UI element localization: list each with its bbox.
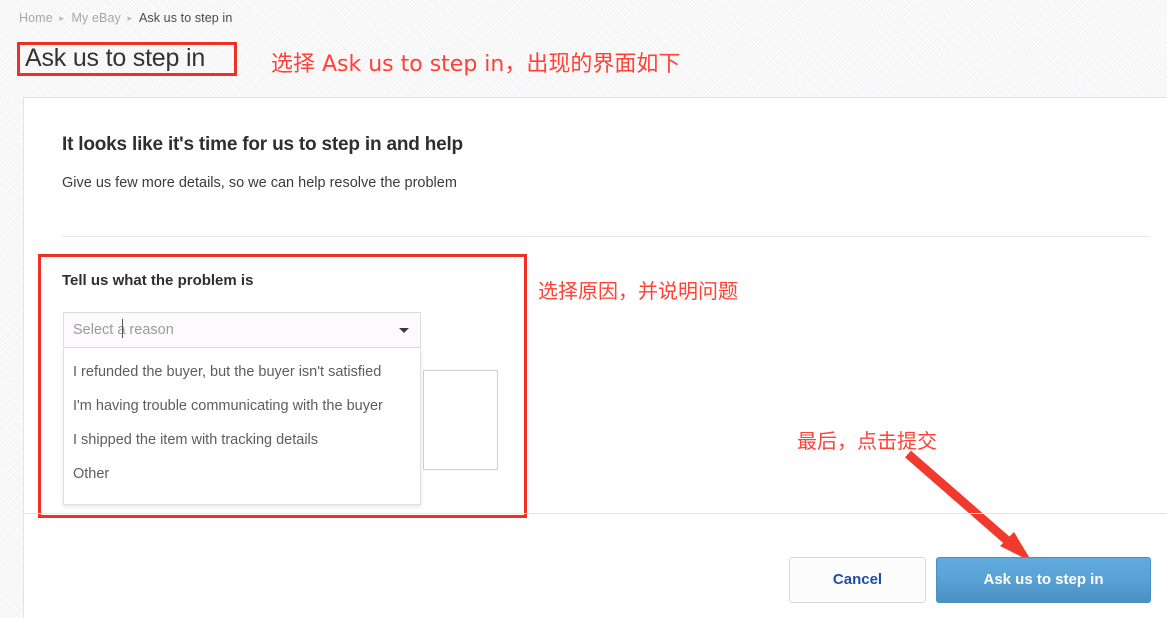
step-in-subheading: Give us few more details, so we can help…	[62, 175, 457, 191]
text-cursor	[122, 319, 123, 338]
divider-bottom	[23, 513, 1167, 514]
step-in-heading: It looks like it's time for us to step i…	[62, 134, 463, 155]
title-highlight-box	[17, 42, 237, 76]
breadcrumb-separator-icon: ▸	[59, 13, 64, 23]
breadcrumb-item-home[interactable]: Home	[19, 11, 53, 25]
cancel-button-label: Cancel	[832, 571, 883, 588]
divider-top	[62, 236, 1150, 237]
reason-option[interactable]: I'm having trouble communicating with th…	[73, 398, 383, 414]
reason-select-placeholder: Select a reason	[73, 322, 174, 338]
ask-us-to-step-in-button-label: Ask us to step in	[983, 571, 1104, 588]
reason-select[interactable]: Select a reason	[63, 312, 421, 348]
problem-label: Tell us what the problem is	[62, 272, 254, 289]
breadcrumb-item-my-ebay[interactable]: My eBay	[72, 11, 121, 25]
cancel-button[interactable]: Cancel	[789, 557, 926, 603]
annotation-top: 选择 Ask us to step in，出现的界面如下	[271, 52, 681, 77]
ask-us-to-step-in-button[interactable]: Ask us to step in	[936, 557, 1151, 603]
breadcrumb-separator-icon: ▸	[127, 13, 133, 23]
breadcrumb-item-ask-us-to-step-in: Ask us to step in	[138, 11, 233, 25]
chevron-down-icon[interactable]	[399, 328, 409, 333]
reason-option[interactable]: I shipped the item with tracking details	[73, 432, 318, 448]
annotation-submit: 最后，点击提交	[797, 429, 937, 453]
breadcrumb: Home ▸ My eBay ▸ Ask us to step in	[19, 11, 232, 25]
annotation-reason: 选择原因，并说明问题	[538, 279, 738, 303]
reason-options-list[interactable]: I refunded the buyer, but the buyer isn'…	[63, 349, 421, 505]
reason-option[interactable]: I refunded the buyer, but the buyer isn'…	[73, 364, 381, 380]
reason-option[interactable]: Other	[73, 466, 109, 482]
